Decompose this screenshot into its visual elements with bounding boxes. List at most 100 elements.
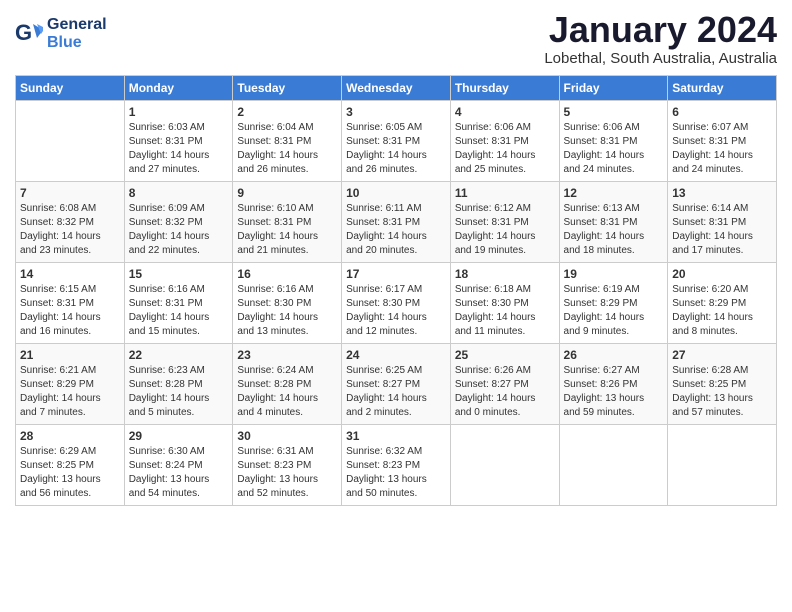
calendar-body: 1Sunrise: 6:03 AM Sunset: 8:31 PM Daylig… xyxy=(16,100,777,505)
svg-text:G: G xyxy=(15,20,32,45)
day-number: 25 xyxy=(455,348,555,362)
calendar-cell: 5 Sunrise: 6:06 AM Sunset: 8:31 PM Daylig… xyxy=(559,100,668,181)
day-number: 6 xyxy=(672,105,772,119)
calendar-cell: 4 Sunrise: 6:06 AM Sunset: 8:31 PM Daylig… xyxy=(450,100,559,181)
day-number: 16 xyxy=(237,267,337,281)
day-number: 18 xyxy=(455,267,555,281)
day-info: Sunrise: 6:12 AM Sunset: 8:31 PM Dayligh… xyxy=(455,202,555,258)
calendar-cell: 2 Sunrise: 6:04 AM Sunset: 8:31 PM Daylig… xyxy=(233,100,342,181)
day-info: Sunrise: 6:03 AM Sunset: 8:31 PM Dayligh… xyxy=(129,121,229,177)
calendar-cell: 24 Sunrise: 6:25 AM Sunset: 8:27 PM Dayli… xyxy=(342,343,451,424)
day-number: 14 xyxy=(20,267,120,281)
calendar-cell: 27 Sunrise: 6:28 AM Sunset: 8:25 PM Dayli… xyxy=(668,343,777,424)
day-number: 24 xyxy=(346,348,446,362)
calendar-cell: 31Sunrise: 6:32 AM Sunset: 8:23 PM Dayli… xyxy=(342,424,451,505)
day-info: Sunrise: 6:25 AM Sunset: 8:27 PM Dayligh… xyxy=(346,364,446,420)
day-number: 21 xyxy=(20,348,120,362)
day-info: Sunrise: 6:14 AM Sunset: 8:31 PM Dayligh… xyxy=(672,202,772,258)
header-saturday: Saturday xyxy=(668,75,777,100)
day-info: Sunrise: 6:23 AM Sunset: 8:28 PM Dayligh… xyxy=(129,364,229,420)
week-row-2: 14 Sunrise: 6:15 AM Sunset: 8:31 PM Dayli… xyxy=(16,262,777,343)
calendar-cell: 11 Sunrise: 6:12 AM Sunset: 8:31 PM Dayli… xyxy=(450,181,559,262)
day-info: Sunrise: 6:16 AM Sunset: 8:30 PM Dayligh… xyxy=(237,283,337,339)
week-row-3: 21 Sunrise: 6:21 AM Sunset: 8:29 PM Dayli… xyxy=(16,343,777,424)
calendar-table: SundayMondayTuesdayWednesdayThursdayFrid… xyxy=(15,75,777,506)
day-info: Sunrise: 6:21 AM Sunset: 8:29 PM Dayligh… xyxy=(20,364,120,420)
calendar-cell: 25 Sunrise: 6:26 AM Sunset: 8:27 PM Dayli… xyxy=(450,343,559,424)
page-header: G General Blue January 2024 Lobethal, So… xyxy=(15,10,777,67)
day-info: Sunrise: 6:07 AM Sunset: 8:31 PM Dayligh… xyxy=(672,121,772,177)
day-info: Sunrise: 6:10 AM Sunset: 8:31 PM Dayligh… xyxy=(237,202,337,258)
month-title: January 2024 xyxy=(544,10,777,50)
calendar-cell: 3 Sunrise: 6:05 AM Sunset: 8:31 PM Daylig… xyxy=(342,100,451,181)
calendar-cell: 1Sunrise: 6:03 AM Sunset: 8:31 PM Daylig… xyxy=(124,100,233,181)
day-number: 3 xyxy=(346,105,446,119)
header-wednesday: Wednesday xyxy=(342,75,451,100)
calendar-header-row: SundayMondayTuesdayWednesdayThursdayFrid… xyxy=(16,75,777,100)
calendar-cell: 14 Sunrise: 6:15 AM Sunset: 8:31 PM Dayli… xyxy=(16,262,125,343)
day-number: 5 xyxy=(564,105,664,119)
logo: G General Blue xyxy=(15,16,107,51)
day-info: Sunrise: 6:19 AM Sunset: 8:29 PM Dayligh… xyxy=(564,283,664,339)
calendar-cell: 20 Sunrise: 6:20 AM Sunset: 8:29 PM Dayli… xyxy=(668,262,777,343)
location-title: Lobethal, South Australia, Australia xyxy=(544,50,777,67)
calendar-cell: 13 Sunrise: 6:14 AM Sunset: 8:31 PM Dayli… xyxy=(668,181,777,262)
day-info: Sunrise: 6:24 AM Sunset: 8:28 PM Dayligh… xyxy=(237,364,337,420)
day-number: 20 xyxy=(672,267,772,281)
day-info: Sunrise: 6:05 AM Sunset: 8:31 PM Dayligh… xyxy=(346,121,446,177)
day-info: Sunrise: 6:28 AM Sunset: 8:25 PM Dayligh… xyxy=(672,364,772,420)
day-info: Sunrise: 6:32 AM Sunset: 8:23 PM Dayligh… xyxy=(346,445,446,501)
header-friday: Friday xyxy=(559,75,668,100)
header-tuesday: Tuesday xyxy=(233,75,342,100)
day-number: 19 xyxy=(564,267,664,281)
day-info: Sunrise: 6:15 AM Sunset: 8:31 PM Dayligh… xyxy=(20,283,120,339)
day-info: Sunrise: 6:08 AM Sunset: 8:32 PM Dayligh… xyxy=(20,202,120,258)
day-info: Sunrise: 6:06 AM Sunset: 8:31 PM Dayligh… xyxy=(564,121,664,177)
day-number: 27 xyxy=(672,348,772,362)
day-number: 28 xyxy=(20,429,120,443)
day-number: 17 xyxy=(346,267,446,281)
day-info: Sunrise: 6:31 AM Sunset: 8:23 PM Dayligh… xyxy=(237,445,337,501)
title-area: January 2024 Lobethal, South Australia, … xyxy=(544,10,777,67)
logo-icon: G xyxy=(15,20,43,48)
calendar-cell: 19 Sunrise: 6:19 AM Sunset: 8:29 PM Dayli… xyxy=(559,262,668,343)
day-number: 22 xyxy=(129,348,229,362)
calendar-cell: 7 Sunrise: 6:08 AM Sunset: 8:32 PM Daylig… xyxy=(16,181,125,262)
day-info: Sunrise: 6:09 AM Sunset: 8:32 PM Dayligh… xyxy=(129,202,229,258)
day-number: 29 xyxy=(129,429,229,443)
day-info: Sunrise: 6:13 AM Sunset: 8:31 PM Dayligh… xyxy=(564,202,664,258)
day-number: 23 xyxy=(237,348,337,362)
calendar-cell: 10Sunrise: 6:11 AM Sunset: 8:31 PM Dayli… xyxy=(342,181,451,262)
day-info: Sunrise: 6:18 AM Sunset: 8:30 PM Dayligh… xyxy=(455,283,555,339)
day-number: 2 xyxy=(237,105,337,119)
day-number: 11 xyxy=(455,186,555,200)
day-number: 9 xyxy=(237,186,337,200)
calendar-cell: 30 Sunrise: 6:31 AM Sunset: 8:23 PM Dayli… xyxy=(233,424,342,505)
day-info: Sunrise: 6:20 AM Sunset: 8:29 PM Dayligh… xyxy=(672,283,772,339)
calendar-cell xyxy=(668,424,777,505)
day-info: Sunrise: 6:17 AM Sunset: 8:30 PM Dayligh… xyxy=(346,283,446,339)
header-sunday: Sunday xyxy=(16,75,125,100)
calendar-cell xyxy=(559,424,668,505)
calendar-cell: 17 Sunrise: 6:17 AM Sunset: 8:30 PM Dayli… xyxy=(342,262,451,343)
day-number: 13 xyxy=(672,186,772,200)
week-row-4: 28Sunrise: 6:29 AM Sunset: 8:25 PM Dayli… xyxy=(16,424,777,505)
day-number: 15 xyxy=(129,267,229,281)
day-info: Sunrise: 6:16 AM Sunset: 8:31 PM Dayligh… xyxy=(129,283,229,339)
day-number: 12 xyxy=(564,186,664,200)
day-info: Sunrise: 6:04 AM Sunset: 8:31 PM Dayligh… xyxy=(237,121,337,177)
calendar-cell xyxy=(16,100,125,181)
calendar-cell: 16 Sunrise: 6:16 AM Sunset: 8:30 PM Dayli… xyxy=(233,262,342,343)
calendar-cell: 12 Sunrise: 6:13 AM Sunset: 8:31 PM Dayli… xyxy=(559,181,668,262)
week-row-1: 7 Sunrise: 6:08 AM Sunset: 8:32 PM Daylig… xyxy=(16,181,777,262)
day-info: Sunrise: 6:26 AM Sunset: 8:27 PM Dayligh… xyxy=(455,364,555,420)
day-number: 30 xyxy=(237,429,337,443)
calendar-cell: 15 Sunrise: 6:16 AM Sunset: 8:31 PM Dayli… xyxy=(124,262,233,343)
header-thursday: Thursday xyxy=(450,75,559,100)
calendar-cell: 22 Sunrise: 6:23 AM Sunset: 8:28 PM Dayli… xyxy=(124,343,233,424)
day-number: 8 xyxy=(129,186,229,200)
day-number: 4 xyxy=(455,105,555,119)
calendar-cell xyxy=(450,424,559,505)
day-number: 7 xyxy=(20,186,120,200)
day-info: Sunrise: 6:06 AM Sunset: 8:31 PM Dayligh… xyxy=(455,121,555,177)
